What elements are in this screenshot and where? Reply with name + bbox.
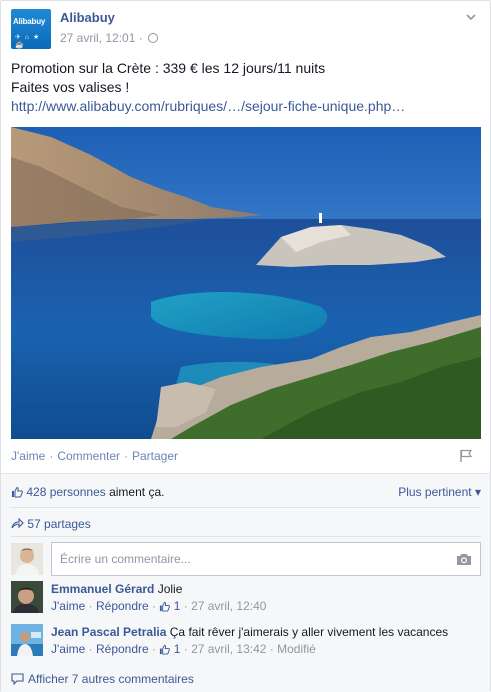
comment-meta: J'aime · Répondre · 1 · 27 avril, 12:40 xyxy=(51,599,267,613)
comment-link[interactable]: Commenter xyxy=(57,449,120,463)
comment-body: Jean Pascal Petralia Ça fait rêver j'aim… xyxy=(51,624,448,640)
thumbs-up-icon xyxy=(160,601,171,612)
comment-reply-link[interactable]: Répondre xyxy=(96,642,149,656)
comment-time[interactable]: 27 avril, 12:40 xyxy=(191,599,266,613)
comment-likes-number: 1 xyxy=(173,642,181,656)
user-avatar[interactable] xyxy=(11,543,43,575)
sort-comments-dropdown[interactable]: Plus pertinent ▾ xyxy=(398,485,481,499)
post-text: Promotion sur la Crète : 339 € les 12 jo… xyxy=(11,59,481,116)
comment-author-link[interactable]: Emmanuel Gérard xyxy=(51,582,154,596)
post-meta: 27 avril, 12:01 · xyxy=(60,31,159,45)
comment-item: Emmanuel Gérard Jolie J'aime · Répondre … xyxy=(11,581,481,621)
like-link[interactable]: J'aime xyxy=(11,449,45,463)
divider xyxy=(11,507,481,508)
comment-text: Jolie xyxy=(157,582,183,596)
feedback-area: 428 personnes aiment ça. Plus pertinent … xyxy=(1,473,490,692)
comment-body: Emmanuel Gérard Jolie xyxy=(51,581,182,597)
page-logo[interactable]: Alibabuy ✈ ⌂ ★ ☕ xyxy=(11,9,51,49)
post-link[interactable]: http://www.alibabuy.com/rubriques/…/sejo… xyxy=(11,97,481,116)
comment-item: Jean Pascal Petralia Ça fait rêver j'aim… xyxy=(11,624,481,664)
show-more-comments-link[interactable]: Afficher 7 autres commentaires xyxy=(11,672,194,686)
share-arrow-icon xyxy=(11,517,24,529)
comment-input[interactable] xyxy=(52,543,432,575)
likes-count-link[interactable]: 428 personnes xyxy=(26,485,105,499)
comment-box xyxy=(51,542,481,576)
comment-text: Ça fait rêver j'aimerais y aller vivemen… xyxy=(169,625,449,639)
comment-edited-label[interactable]: Modifié xyxy=(277,642,316,656)
globe-icon xyxy=(148,33,159,43)
comment-composer xyxy=(11,542,481,576)
commenter-avatar[interactable] xyxy=(11,624,43,656)
post-text-line1: Promotion sur la Crète : 339 € les 12 jo… xyxy=(11,60,326,76)
comment-likes-count[interactable]: 1 xyxy=(159,642,180,656)
logo-text: Alibabuy xyxy=(13,17,46,26)
chevron-down-icon[interactable] xyxy=(465,11,477,23)
comment-author-link[interactable]: Jean Pascal Petralia xyxy=(51,625,166,639)
likes-text: aiment ça. xyxy=(109,485,165,499)
caret-down-icon: ▾ xyxy=(474,485,481,499)
comment-meta: J'aime · Répondre · 1 · 27 avril, 13:42 … xyxy=(51,642,316,656)
commenter-avatar[interactable] xyxy=(11,581,43,613)
divider xyxy=(11,536,481,537)
share-link[interactable]: Partager xyxy=(132,449,178,463)
post-header: Alibabuy ✈ ⌂ ★ ☕ Alibabuy 27 avril, 12:0… xyxy=(11,9,481,53)
comment-like-link[interactable]: J'aime xyxy=(51,599,85,613)
landscape-photo-icon xyxy=(11,127,481,439)
logo-icons: ✈ ⌂ ★ ☕ xyxy=(15,34,41,49)
thumbs-up-icon xyxy=(12,486,23,498)
flag-icon[interactable] xyxy=(459,449,473,463)
comment-likes-number: 1 xyxy=(173,599,181,613)
comment-time[interactable]: 27 avril, 13:42 xyxy=(191,642,266,656)
comment-like-link[interactable]: J'aime xyxy=(51,642,85,656)
post-timestamp[interactable]: 27 avril, 12:01 xyxy=(60,31,135,45)
post-actions: J'aime · Commenter · Partager xyxy=(11,449,178,463)
meta-separator: · xyxy=(138,31,143,45)
comment-reply-link[interactable]: Répondre xyxy=(96,599,149,613)
show-more-comments-label: Afficher 7 autres commentaires xyxy=(28,672,194,686)
sort-label: Plus pertinent xyxy=(398,485,472,499)
shares-summary[interactable]: 57 partages xyxy=(11,517,91,531)
action-separator: · xyxy=(124,449,128,463)
post-photo[interactable] xyxy=(11,127,481,439)
post-text-line2: Faites vos valises ! xyxy=(11,79,130,95)
thumbs-up-icon xyxy=(160,644,171,655)
comment-likes-count[interactable]: 1 xyxy=(159,599,180,613)
post-card: Alibabuy ✈ ⌂ ★ ☕ Alibabuy 27 avril, 12:0… xyxy=(0,0,491,692)
page-name-link[interactable]: Alibabuy xyxy=(60,10,115,25)
comment-bubble-icon xyxy=(11,673,24,685)
camera-icon[interactable] xyxy=(456,553,472,566)
shares-count: 57 partages xyxy=(27,517,91,531)
action-separator: · xyxy=(49,449,54,463)
likes-summary: 428 personnes aiment ça. Plus pertinent … xyxy=(11,485,481,499)
